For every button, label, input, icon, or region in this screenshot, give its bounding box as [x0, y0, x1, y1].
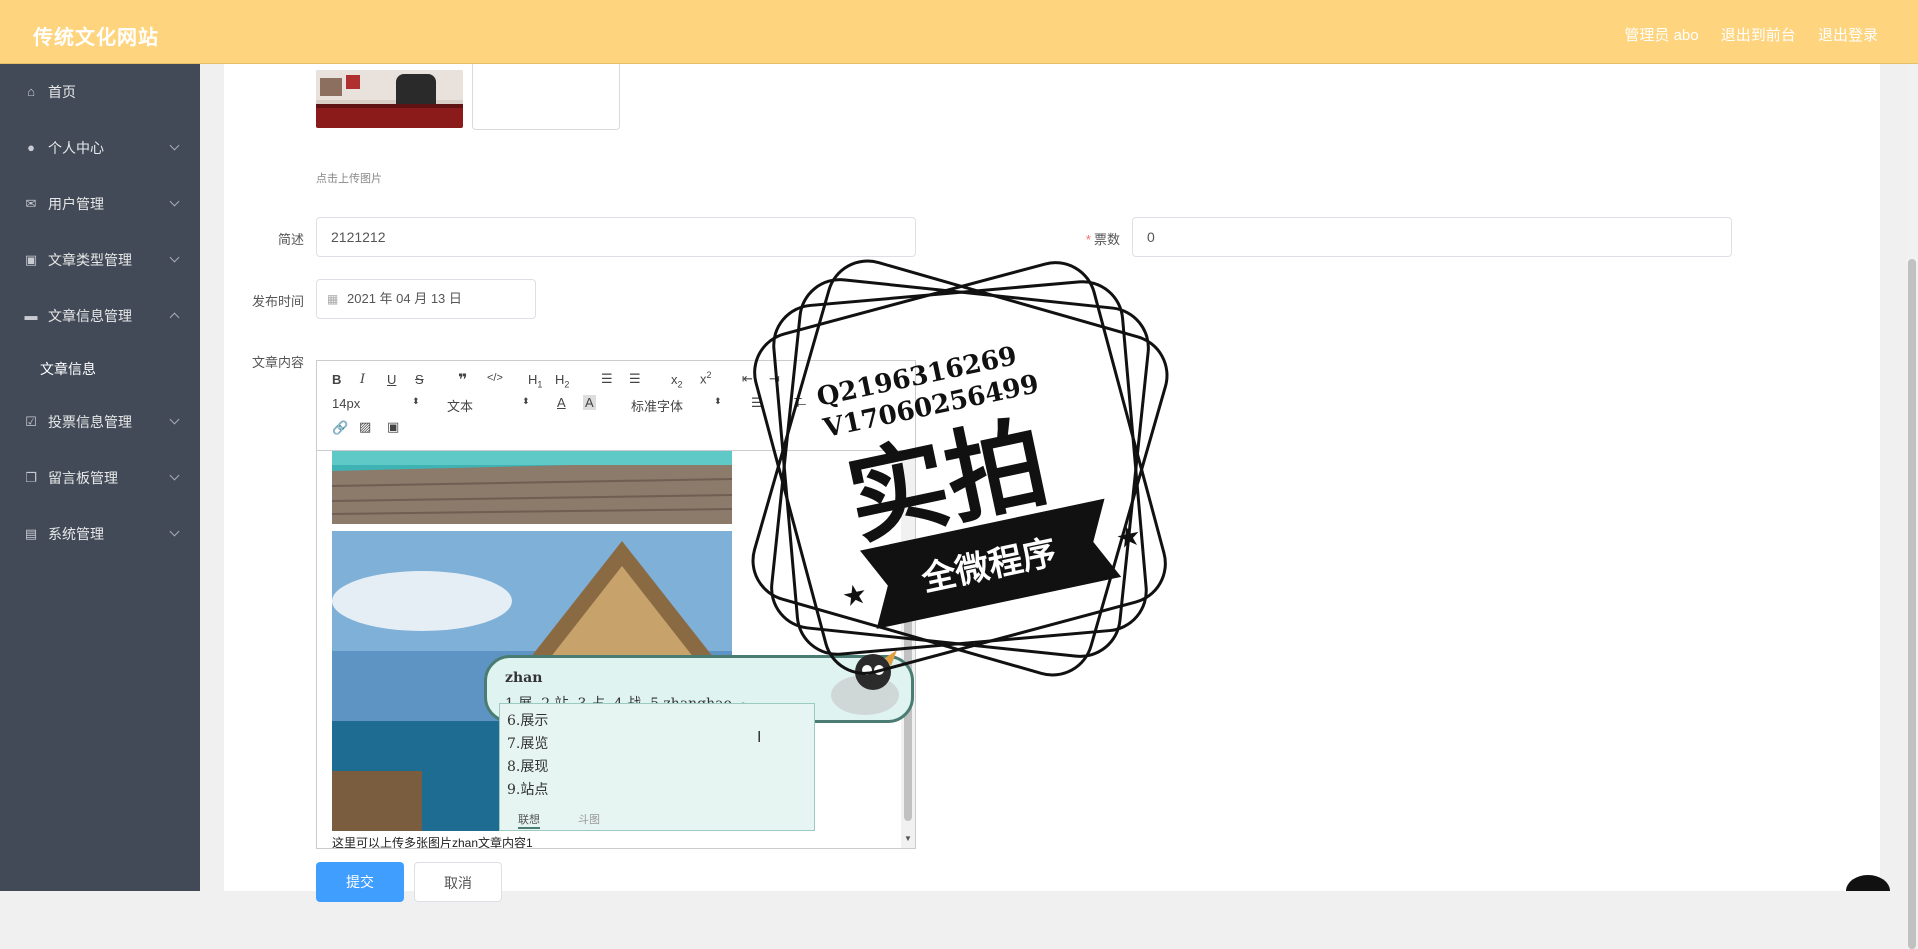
ime-tab-association[interactable]: 联想: [518, 811, 540, 829]
bullet-list-icon[interactable]: ☰: [629, 371, 641, 387]
sidebar: ⌂ 首页 ● 个人中心 ✉ 用户管理 ▣ 文章类型管理 ▬ 文章信息管理 文章信…: [0, 64, 200, 891]
ime-candidate[interactable]: 9.站点: [507, 779, 548, 799]
date-value: 2021 年 04 月 13 日: [347, 291, 462, 306]
bold-icon[interactable]: B: [332, 372, 341, 387]
ime-tab-stickers[interactable]: 斗图: [578, 811, 600, 827]
strike-icon[interactable]: S: [415, 372, 424, 387]
font-family-select[interactable]: 标准字体 ⬍: [631, 396, 731, 415]
background-color-icon[interactable]: A: [583, 395, 596, 410]
chevron-down-icon: [169, 470, 180, 481]
sidebar-item-home[interactable]: ⌂ 首页: [0, 64, 200, 120]
chevron-down-icon: [169, 140, 180, 151]
sidebar-item-label: 文章信息管理: [48, 308, 132, 324]
mail-icon: ✉: [25, 196, 37, 211]
admin-user-link[interactable]: 管理员 abo: [1624, 27, 1698, 44]
page-scrollbar[interactable]: [1906, 64, 1918, 949]
uploaded-image-thumbnail[interactable]: [316, 70, 463, 128]
site-title: 传统文化网站: [33, 27, 159, 49]
watermark-stamp: Q2196316269 V17060256499 实拍 全微程序 ★ ★: [751, 259, 1169, 677]
font-color-icon[interactable]: A: [557, 395, 566, 410]
check-icon: ☑: [25, 414, 37, 429]
sidebar-item-message-board[interactable]: ❐ 留言板管理: [0, 450, 200, 506]
star-icon: ★: [839, 577, 870, 613]
submit-button[interactable]: 提交: [316, 862, 404, 902]
top-links: 管理员 abo 退出到前台 退出登录: [1606, 24, 1878, 45]
scroll-down-icon[interactable]: ▼: [904, 834, 912, 843]
user-icon: ●: [27, 140, 35, 155]
sidebar-item-label: 个人中心: [48, 140, 104, 156]
italic-icon[interactable]: I: [360, 372, 365, 387]
sidebar-item-label: 首页: [48, 84, 76, 100]
pier-image: [332, 451, 732, 524]
ime-candidate[interactable]: 6.展示: [507, 710, 548, 730]
sidebar-item-label: 文章类型管理: [48, 252, 132, 268]
calendar-icon: ▦: [327, 292, 339, 306]
votes-label: * 票数: [1085, 232, 1120, 247]
date-label: 发布时间: [251, 294, 304, 309]
blockquote-icon[interactable]: ❞: [458, 370, 467, 390]
desc-input[interactable]: 2121212: [316, 217, 916, 257]
sidebar-item-label: 投票信息管理: [48, 414, 132, 430]
logout-link[interactable]: 退出登录: [1818, 27, 1878, 44]
sidebar-item-label: 留言板管理: [48, 470, 118, 486]
ime-candidate[interactable]: 8.展现: [507, 756, 548, 776]
sidebar-item-vote-info[interactable]: ☑ 投票信息管理: [0, 394, 200, 450]
content-label: 文章内容: [251, 355, 304, 370]
sidebar-item-personal-center[interactable]: ● 个人中心: [0, 120, 200, 176]
superscript-icon[interactable]: x2: [700, 370, 712, 386]
corner-mascot-icon: [1846, 875, 1890, 891]
sidebar-item-system[interactable]: ▤ 系统管理: [0, 506, 200, 562]
subscript-icon[interactable]: x2: [671, 372, 683, 390]
sidebar-item-article-type[interactable]: ▣ 文章类型管理: [0, 232, 200, 288]
underline-icon[interactable]: U: [387, 372, 396, 387]
ime-input-text: zhan: [505, 670, 543, 686]
date-picker[interactable]: ▦ 2021 年 04 月 13 日: [316, 279, 536, 319]
id-card-icon: ▤: [24, 526, 38, 541]
go-frontend-link[interactable]: 退出到前台: [1721, 27, 1796, 44]
heading2-icon[interactable]: H2: [555, 372, 569, 390]
top-bar: 传统文化网站 管理员 abo 退出到前台 退出登录: [0, 0, 1918, 64]
image-icon[interactable]: ▨: [359, 419, 371, 435]
sidebar-subitem-article[interactable]: 文章信息: [0, 344, 200, 394]
editor-text-line: 这里可以上传多张图片zhan文章内容1: [332, 836, 533, 848]
copy-icon: ❐: [25, 470, 37, 485]
cancel-button[interactable]: 取消: [414, 862, 502, 902]
votes-input[interactable]: 0: [1132, 217, 1732, 257]
chevron-down-icon: [169, 414, 180, 425]
image-upload-box[interactable]: [472, 64, 620, 130]
sidebar-item-article-info[interactable]: ▬ 文章信息管理: [0, 288, 200, 344]
text-cursor-icon: I: [757, 729, 762, 746]
video-icon[interactable]: ▣: [387, 419, 399, 435]
sidebar-item-label: 用户管理: [48, 196, 104, 212]
sidebar-item-label: 系统管理: [48, 526, 104, 542]
chevron-up-icon: [169, 312, 180, 323]
link-icon[interactable]: 🔗: [332, 420, 348, 436]
sidebar-subitem-label: 文章信息: [40, 361, 96, 377]
upload-hint: 点击上传图片: [316, 173, 382, 185]
chevron-down-icon: [169, 196, 180, 207]
clipboard-icon: ▣: [24, 252, 38, 267]
heading1-icon[interactable]: H1: [528, 372, 542, 390]
block-type-select[interactable]: 文本 ⬍: [447, 396, 537, 415]
sidebar-item-user-management[interactable]: ✉ 用户管理: [0, 176, 200, 232]
chevron-down-icon: [169, 526, 180, 537]
ime-expanded-list: 6.展示 7.展览 8.展现 9.站点 联想 斗图: [499, 703, 815, 831]
ordered-list-icon[interactable]: ☰: [601, 371, 613, 387]
desc-label: 简述: [277, 232, 304, 247]
ime-candidate[interactable]: 7.展览: [507, 733, 548, 753]
code-block-icon[interactable]: </>: [487, 372, 503, 384]
font-size-select[interactable]: 14px ⬍: [332, 396, 422, 411]
home-icon: ⌂: [27, 84, 35, 99]
page-scrollbar-thumb[interactable]: [1908, 259, 1916, 949]
chevron-down-icon: [169, 252, 180, 263]
briefcase-icon: ▬: [24, 308, 38, 323]
